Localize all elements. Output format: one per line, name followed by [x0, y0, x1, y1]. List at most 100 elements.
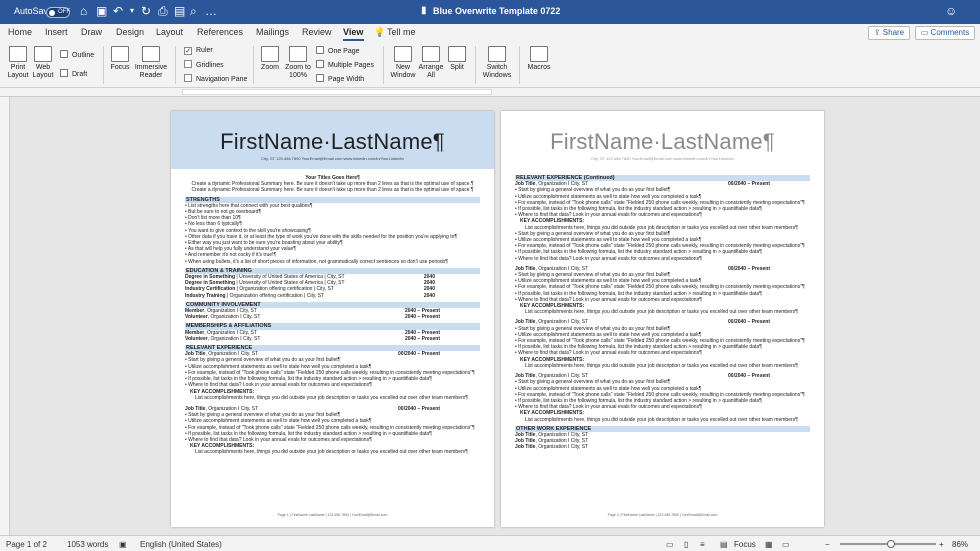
zoom-100-button[interactable]: Zoom to 100% — [285, 46, 311, 80]
read-icon[interactable]: ▤ — [174, 4, 185, 18]
key-accomplishments-text: List accomplishments here, things you di… — [525, 362, 798, 369]
web-layout-button[interactable]: Web Layout — [30, 46, 56, 80]
immersive-reader-label: Immersive Reader — [134, 64, 168, 79]
list-item: Volunteer, Organization I City, ST 2040 –… — [185, 314, 440, 321]
ribbon-separator — [103, 46, 104, 84]
immersive-reader-button[interactable]: Immersive Reader — [133, 46, 169, 80]
zoom-in-icon[interactable]: + — [939, 540, 944, 549]
page-width-label: Page Width — [328, 76, 365, 83]
navigation-pane-checkbox[interactable]: Navigation Pane — [184, 74, 247, 84]
tab-references[interactable]: References — [197, 27, 243, 37]
proofing-icon[interactable]: ▣ — [119, 540, 127, 549]
more-icon[interactable]: … — [205, 4, 217, 18]
outline-button[interactable]: Outline — [60, 50, 94, 60]
zoom-slider-knob[interactable] — [887, 540, 895, 548]
ruler-label: Ruler — [196, 47, 213, 54]
one-page-button[interactable]: One Page — [316, 46, 360, 56]
share-button[interactable]: ⇪ Share — [868, 26, 910, 40]
tab-home[interactable]: Home — [8, 27, 32, 37]
status-bar: Page 1 of 2 1053 words ▣ English (United… — [0, 535, 980, 551]
ribbon-tabs: Home Insert Draw Design Layout Reference… — [0, 24, 980, 42]
tell-me-search[interactable]: Tell me — [387, 27, 416, 37]
macros-icon — [530, 46, 548, 62]
page-view-icon[interactable]: ▭ — [782, 540, 790, 549]
zoom-level[interactable]: 86% — [952, 540, 968, 549]
print-layout-button[interactable]: Print Layout — [4, 46, 32, 80]
list-item: • When using bullets, it's a list of sho… — [185, 258, 448, 265]
ribbon-separator — [175, 46, 176, 84]
gridlines-checkbox[interactable]: Gridlines — [184, 60, 224, 70]
zoom-100-icon — [289, 46, 307, 62]
tab-design[interactable]: Design — [116, 27, 144, 37]
focus-view-icon[interactable]: ▤ — [720, 540, 728, 549]
web-layout-view-icon[interactable]: ▯ — [684, 540, 688, 549]
switch-windows-label: Switch Windows — [482, 64, 512, 79]
key-accomplishments-text: List accomplishments here, things you di… — [525, 416, 798, 423]
tab-layout[interactable]: Layout — [156, 27, 183, 37]
macros-label: Macros — [527, 64, 551, 71]
resume-header-band: FirstName·LastName¶ City, ST 123.456.789… — [171, 111, 494, 169]
navigation-pane-label: Navigation Pane — [196, 76, 248, 83]
print-icon[interactable]: ⎙ — [158, 4, 168, 18]
split-icon — [448, 46, 466, 62]
view-ribbon: Print Layout Web Layout Outline Draft Fo… — [0, 42, 980, 88]
redo-icon[interactable]: ↻ — [141, 4, 151, 18]
page-2[interactable]: FirstName·LastName¶ City, ST 123.456.789… — [501, 111, 824, 527]
new-window-icon — [394, 46, 412, 62]
resume-body: RELEVANT EXPERIENCE (Continued) Job Titl… — [515, 175, 810, 451]
macros-button[interactable]: Macros — [524, 46, 554, 72]
ruler-checkbox[interactable]: ✓ Ruler — [184, 46, 213, 55]
read-mode-icon[interactable]: ▦ — [765, 540, 773, 549]
new-window-button[interactable]: New Window — [389, 46, 417, 80]
focus-button[interactable]: Focus — [107, 46, 133, 72]
comment-icon: ▭ — [920, 28, 931, 37]
autosave-toggle[interactable]: OFF — [46, 7, 70, 18]
zoom-button[interactable]: Zoom — [258, 46, 282, 72]
vertical-ruler[interactable] — [0, 97, 10, 535]
share-icon: ⇪ — [873, 28, 883, 37]
outline-view-icon[interactable]: ≡ — [700, 540, 705, 549]
save-icon[interactable]: ▣ — [96, 4, 107, 18]
zoom-out-icon[interactable]: − — [825, 540, 830, 549]
word-doc-icon: ▮ — [421, 5, 427, 16]
outline-label: Outline — [72, 52, 95, 59]
print-layout-view-icon[interactable]: ▭ — [666, 540, 674, 549]
home-icon[interactable]: ⌂ — [80, 4, 87, 18]
resume-name: FirstName·LastName¶ — [550, 129, 775, 154]
page-count[interactable]: Page 1 of 2 — [6, 540, 47, 549]
web-layout-icon — [34, 46, 52, 62]
tab-review[interactable]: Review — [302, 27, 332, 37]
split-button[interactable]: Split — [446, 46, 468, 72]
page-width-button[interactable]: Page Width — [316, 74, 364, 84]
tab-draw[interactable]: Draw — [81, 27, 102, 37]
page-footer: Page 1 | FirstName LastName | 123.456.78… — [277, 513, 388, 517]
tab-insert[interactable]: Insert — [45, 27, 68, 37]
draft-button[interactable]: Draft — [60, 69, 87, 79]
key-accomplishments-text: List accomplishments here, things you di… — [195, 449, 468, 456]
undo-dropdown-icon[interactable]: ▾ — [130, 4, 134, 18]
page-1[interactable]: FirstName·LastName¶ City, ST 123.456.789… — [171, 111, 494, 527]
autosave-state: OFF — [58, 9, 70, 15]
arrange-all-button[interactable]: Arrange All — [418, 46, 444, 80]
ruler-strip — [182, 89, 492, 95]
active-tab-indicator — [343, 39, 364, 41]
tab-mailings[interactable]: Mailings — [256, 27, 289, 37]
checkmark-icon: ✓ — [184, 47, 192, 55]
share-label: Share — [882, 28, 905, 37]
page-footer: Page 2 | FirstName LastName | 123.456.78… — [607, 513, 718, 517]
multiple-pages-button[interactable]: Multiple Pages — [316, 60, 374, 70]
focus-label: Focus — [110, 64, 130, 71]
focus-mode-button[interactable]: Focus — [734, 540, 756, 549]
resume-header-band: FirstName·LastName¶ City, ST 123.456.789… — [501, 111, 824, 169]
undo-icon[interactable]: ↶ — [113, 4, 123, 18]
comments-button[interactable]: ▭ Comments — [915, 26, 975, 40]
horizontal-ruler[interactable] — [0, 88, 980, 97]
tab-view[interactable]: View — [343, 27, 363, 37]
search-icon[interactable]: ⌕ — [190, 4, 197, 18]
document-canvas[interactable]: FirstName·LastName¶ City, ST 123.456.789… — [10, 97, 980, 535]
language[interactable]: English (United States) — [140, 540, 222, 549]
account-icon[interactable]: ☺ — [945, 4, 957, 18]
word-count[interactable]: 1053 words — [67, 540, 108, 549]
zoom-slider[interactable] — [840, 540, 936, 548]
switch-windows-button[interactable]: Switch Windows — [480, 46, 514, 80]
